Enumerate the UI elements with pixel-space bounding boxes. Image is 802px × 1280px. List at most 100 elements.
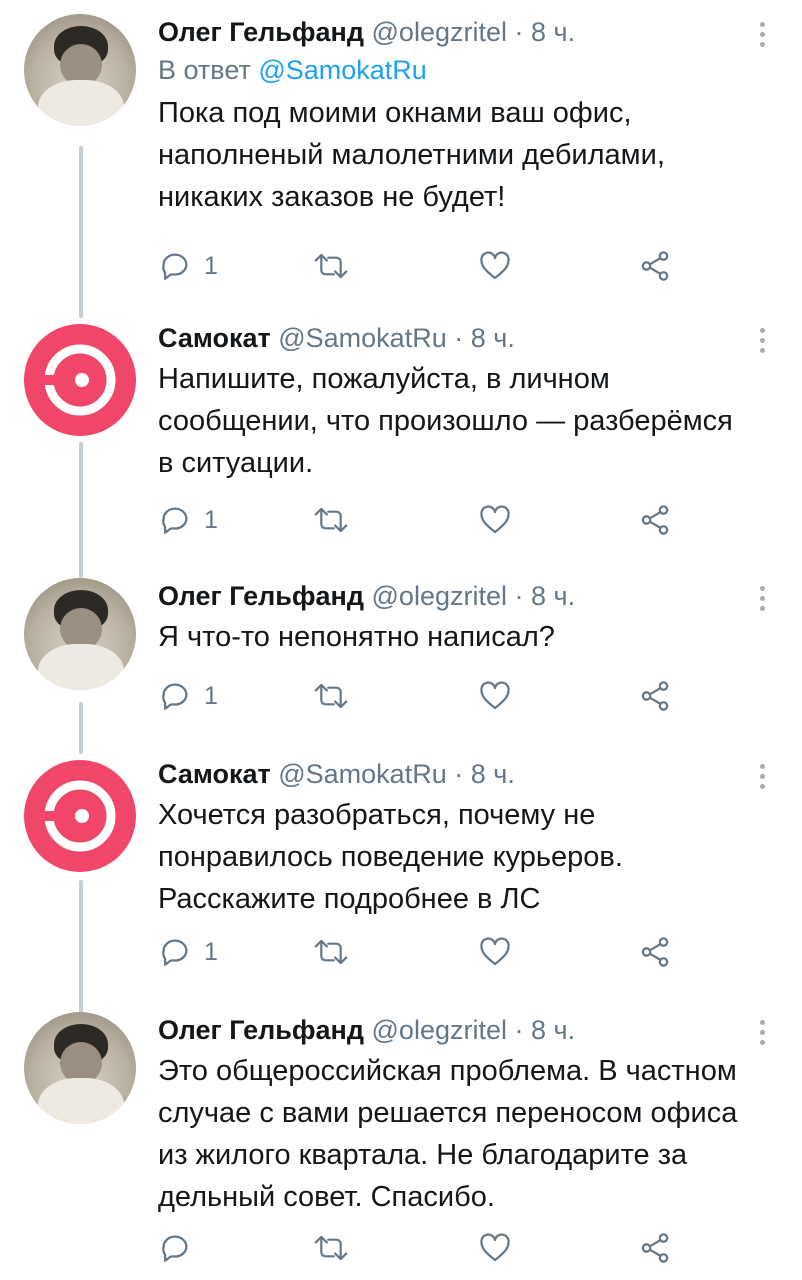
- share-button[interactable]: [638, 1228, 672, 1268]
- samokat-logo-avatar[interactable]: [24, 324, 136, 436]
- tweet[interactable]: Олег Гельфанд @olegzritel · 8 ч. В ответ…: [0, 14, 802, 316]
- tweet-text-line: в ситуации.: [158, 447, 314, 479]
- tweet-thread: Олег Гельфанд @olegzritel · 8 ч. В ответ…: [0, 0, 802, 1280]
- tweet-actions: 1: [158, 676, 718, 716]
- separator-dot: ·: [514, 17, 524, 47]
- tweet-text-line: Я что-то непонятно написал?: [158, 621, 555, 653]
- user-avatar[interactable]: [24, 578, 136, 690]
- reply-count: 1: [204, 505, 218, 534]
- more-vertical-icon[interactable]: [760, 764, 766, 790]
- tweet-time[interactable]: 8 ч.: [471, 323, 515, 353]
- thread-connector-line: [79, 302, 83, 318]
- reply-button[interactable]: [158, 1228, 204, 1268]
- tweet[interactable]: Самокат @SamokatRu · 8 ч. Хочется разобр…: [0, 756, 802, 1014]
- tweet-text: Пока под моими окнами ваш офис, наполнен…: [158, 92, 772, 218]
- author-handle[interactable]: @olegzritel: [372, 17, 507, 47]
- share-icon: [641, 505, 669, 535]
- more-vertical-icon[interactable]: [760, 1020, 766, 1046]
- retweet-icon: [314, 1235, 348, 1261]
- author-name[interactable]: Олег Гельфанд: [158, 581, 364, 611]
- author-name[interactable]: Самокат: [158, 759, 271, 789]
- retweet-button[interactable]: [313, 1228, 349, 1268]
- reply-mention-link[interactable]: @SamokatRu: [258, 55, 426, 85]
- tweet-header: Олег Гельфанд @olegzritel · 8 ч.: [158, 578, 772, 614]
- tweet[interactable]: Олег Гельфанд @olegzritel · 8 ч. Я что-т…: [0, 578, 802, 754]
- tweet-text-line: случае с вами решается переносом офиса: [158, 1097, 738, 1129]
- tweet-text: Хочется разобраться, почему не понравило…: [158, 794, 772, 920]
- reply-icon: [162, 939, 188, 966]
- retweet-button[interactable]: [313, 932, 349, 972]
- like-button[interactable]: [478, 1228, 512, 1268]
- tweet-header: Олег Гельфанд @olegzritel · 8 ч.: [158, 1012, 772, 1048]
- reply-icon: [162, 1235, 188, 1262]
- share-button[interactable]: [638, 676, 672, 716]
- user-avatar[interactable]: [24, 1012, 136, 1124]
- more-vertical-icon[interactable]: [760, 328, 766, 354]
- share-icon: [641, 251, 669, 281]
- like-button[interactable]: [478, 932, 512, 972]
- retweet-icon: [314, 683, 348, 709]
- author-handle[interactable]: @SamokatRu: [278, 759, 446, 789]
- share-button[interactable]: [638, 500, 672, 540]
- thread-connector-line: [79, 146, 83, 316]
- tweet-text-line: Хочется разобраться, почему не: [158, 799, 596, 831]
- tweet-time[interactable]: 8 ч.: [471, 759, 515, 789]
- share-button[interactable]: [638, 932, 672, 972]
- tweet-time[interactable]: 8 ч.: [531, 1015, 575, 1045]
- reply-button[interactable]: 1: [158, 676, 218, 716]
- author-handle[interactable]: @olegzritel: [372, 1015, 507, 1045]
- tweet-time[interactable]: 8 ч.: [531, 17, 575, 47]
- reply-icon: [162, 683, 188, 710]
- separator-dot: ·: [514, 1015, 524, 1045]
- retweet-button[interactable]: [313, 500, 349, 540]
- separator-dot: ·: [454, 323, 464, 353]
- like-button[interactable]: [478, 246, 512, 286]
- tweet-text-line: Расскажите подробнее в ЛС: [158, 883, 541, 915]
- thread-connector-line: [79, 880, 83, 1014]
- reply-icon: [162, 253, 188, 280]
- tweet-time[interactable]: 8 ч.: [531, 581, 575, 611]
- retweet-button[interactable]: [313, 246, 349, 286]
- reply-count: 1: [204, 937, 218, 966]
- tweet-actions: [158, 1228, 718, 1268]
- tweet-actions: 1: [158, 246, 718, 286]
- retweet-icon: [314, 507, 348, 533]
- share-button[interactable]: [638, 246, 672, 286]
- reply-count: 1: [204, 251, 218, 280]
- tweet-text-line: сообщении, что произошло — разберёмся: [158, 405, 733, 437]
- author-handle[interactable]: @olegzritel: [372, 581, 507, 611]
- reply-button[interactable]: 1: [158, 500, 218, 540]
- like-button[interactable]: [478, 676, 512, 716]
- more-vertical-icon[interactable]: [760, 22, 766, 48]
- like-button[interactable]: [478, 500, 512, 540]
- tweet-header: Самокат @SamokatRu · 8 ч.: [158, 756, 772, 792]
- share-icon: [641, 681, 669, 711]
- retweet-button[interactable]: [313, 676, 349, 716]
- tweet-text: Это общероссийская проблема. В частном с…: [158, 1050, 772, 1218]
- reply-button[interactable]: 1: [158, 246, 218, 286]
- tweet-text-line: из жилого квартала. Не благодарите за: [158, 1139, 688, 1171]
- separator-dot: ·: [454, 759, 464, 789]
- samokat-logo-avatar[interactable]: [24, 760, 136, 872]
- more-vertical-icon[interactable]: [760, 586, 766, 612]
- tweet-text-line: понравилось поведение курьеров.: [158, 841, 623, 873]
- share-icon: [641, 937, 669, 967]
- tweet-text-line: дельный совет. Спасибо.: [158, 1181, 495, 1213]
- share-icon: [641, 1233, 669, 1263]
- author-name[interactable]: Самокат: [158, 323, 271, 353]
- samokat-logo-icon: [38, 780, 116, 852]
- user-avatar[interactable]: [24, 14, 136, 126]
- heart-icon: [480, 1233, 510, 1262]
- tweet[interactable]: Самокат @SamokatRu · 8 ч. Напишите, пожа…: [0, 302, 802, 578]
- reply-button[interactable]: 1: [158, 932, 218, 972]
- tweet-text: Напишите, пожалуйста, в личном сообщении…: [158, 358, 772, 484]
- heart-icon: [480, 681, 510, 710]
- author-name[interactable]: Олег Гельфанд: [158, 1015, 364, 1045]
- tweet-text-line: Пока под моими окнами ваш офис,: [158, 97, 632, 129]
- tweet[interactable]: Олег Гельфанд @olegzritel · 8 ч. Это общ…: [0, 1012, 802, 1280]
- author-name[interactable]: Олег Гельфанд: [158, 17, 364, 47]
- thread-connector-line: [79, 442, 83, 578]
- tweet-header: Олег Гельфанд @olegzritel · 8 ч.: [158, 14, 772, 50]
- reply-count: 1: [204, 681, 218, 710]
- author-handle[interactable]: @SamokatRu: [278, 323, 446, 353]
